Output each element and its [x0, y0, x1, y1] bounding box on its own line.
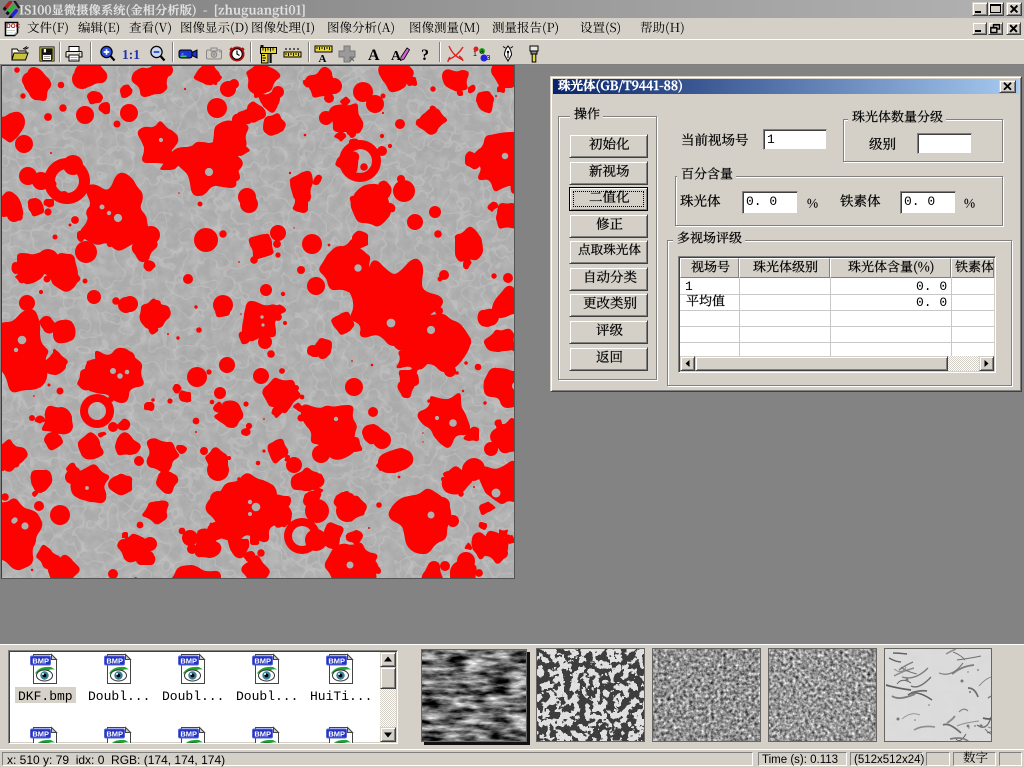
svg-text:BMP: BMP — [254, 657, 271, 666]
svg-text:BMP: BMP — [106, 730, 123, 739]
svg-text:BMP: BMP — [106, 657, 123, 666]
svg-text:BMP: BMP — [32, 657, 49, 666]
svg-text:BMP: BMP — [32, 730, 49, 739]
svg-text:BMP: BMP — [180, 730, 197, 739]
svg-text:BMP: BMP — [328, 657, 345, 666]
svg-text:BMP: BMP — [180, 657, 197, 666]
svg-text:BMP: BMP — [254, 730, 271, 739]
svg-text:BMP: BMP — [328, 730, 345, 739]
